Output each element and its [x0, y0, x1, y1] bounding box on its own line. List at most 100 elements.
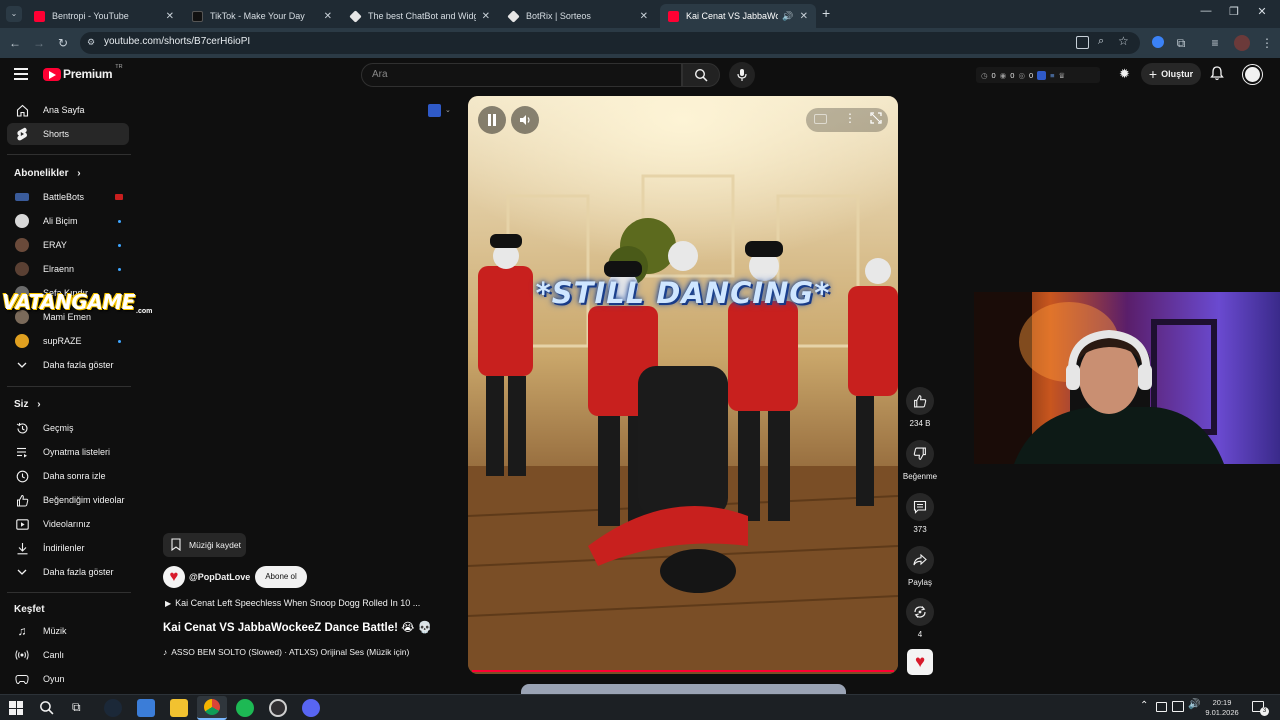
sidebar-item-gaming[interactable]: Oyun	[7, 668, 129, 690]
clock-time[interactable]: 20:19	[1202, 698, 1242, 707]
volume-icon[interactable]: 🔊	[1188, 699, 1200, 710]
sidebar-item-subscription[interactable]: supRAZE	[7, 330, 129, 352]
back-icon[interactable]: ←	[6, 34, 24, 52]
you-header[interactable]: Siz ›	[14, 399, 41, 410]
network-icon[interactable]	[1172, 701, 1184, 712]
address-bar[interactable]: ⚙ youtube.com/shorts/B7cerH6ioPI ⌕ ☆	[80, 32, 1140, 54]
remix-button[interactable]	[906, 598, 934, 626]
forward-icon[interactable]: →	[30, 34, 48, 52]
sidebar-item-your-videos[interactable]: Videolarınız	[7, 513, 129, 535]
account-avatar[interactable]	[1243, 65, 1262, 84]
clock-date[interactable]: 9.01.2026	[1202, 708, 1242, 717]
sidebar-item-liked-videos[interactable]: Beğendiğim videolar	[7, 489, 129, 511]
zoom-icon[interactable]: ⌕	[1098, 35, 1104, 48]
tray-chevron-icon[interactable]: ⌃	[1140, 700, 1148, 711]
youtube-logo[interactable]: Premium TR	[43, 64, 123, 81]
next-short-preview[interactable]	[521, 684, 846, 694]
sidebar-item-downloads[interactable]: İndirilenler	[7, 537, 129, 559]
extension-counters[interactable]: ◷ 0 ◉ 0 ◎ 0 ≡ ♕	[976, 67, 1100, 83]
browser-tab[interactable]: BotRix | Sorteos ✕	[500, 4, 656, 28]
chrome-icon[interactable]	[197, 696, 227, 720]
tray-app-icon[interactable]	[1156, 702, 1167, 712]
browser-tab[interactable]: Bentropi - YouTube ✕	[26, 4, 182, 28]
close-tab-icon[interactable]: ✕	[482, 11, 490, 22]
sidebar-item-label: Canlı	[43, 650, 65, 660]
task-view-icon[interactable]: ⧉	[72, 700, 81, 715]
close-tab-icon[interactable]: ✕	[166, 11, 174, 22]
search-box[interactable]: Ara	[361, 63, 682, 87]
notifications-bell-icon[interactable]	[1210, 66, 1224, 81]
sidebar-item-live[interactable]: Canlı	[7, 644, 129, 666]
player-extension-badge[interactable]: ⌄	[428, 102, 458, 118]
search-icon[interactable]	[39, 700, 54, 715]
media-control-icon[interactable]: ≡	[1206, 34, 1224, 52]
sidebar-item-home[interactable]: Ana Sayfa	[7, 99, 129, 121]
show-more-you[interactable]: Daha fazla göster	[7, 561, 129, 583]
channel-avatar[interactable]: ♥	[163, 566, 185, 588]
search-button[interactable]	[682, 63, 720, 87]
sidebar-item-subscription[interactable]: Ali Biçim	[7, 210, 129, 232]
comments-button[interactable]	[906, 493, 934, 521]
store-icon[interactable]	[137, 699, 155, 717]
pause-button[interactable]	[478, 106, 506, 134]
sidebar-item-subscription[interactable]: Elraenn	[7, 258, 129, 280]
game-icon	[15, 672, 29, 686]
sidebar-item-playlists[interactable]: Oynatma listeleri	[7, 441, 129, 463]
start-button[interactable]	[9, 701, 23, 715]
close-tab-icon[interactable]: ✕	[324, 11, 332, 22]
audio-track-link[interactable]: ♪ ASSO BEM SOLTO (Slowed) · ATLXS) Orijin…	[163, 647, 433, 657]
restore-icon[interactable]: ❐	[1224, 5, 1244, 21]
extension-icon[interactable]	[1152, 36, 1164, 48]
spotify-icon[interactable]	[236, 699, 254, 717]
discord-icon[interactable]	[302, 699, 320, 717]
related-video-link[interactable]: ▶ Kai Cenat Left Speechless When Snoop Do…	[165, 598, 420, 608]
dislike-button[interactable]	[906, 440, 934, 468]
share-button[interactable]	[906, 546, 934, 574]
close-tab-icon[interactable]: ✕	[640, 11, 648, 22]
sidebar-item-subscription[interactable]: ERAY	[7, 234, 129, 256]
sidebar-item-history[interactable]: Geçmiş	[7, 417, 129, 439]
obs-icon[interactable]	[269, 699, 287, 717]
create-button[interactable]: + Oluştur	[1141, 63, 1201, 85]
extensions-puzzle-icon[interactable]: ⧉	[1172, 34, 1190, 52]
shorts-video-player[interactable]: *STILL DANCING* ⋮	[468, 96, 898, 674]
music-note-icon: ♪	[163, 647, 168, 657]
video-progress-bar[interactable]	[472, 670, 894, 672]
show-more-subscriptions[interactable]: Daha fazla göster	[7, 354, 129, 376]
bookmark-star-icon[interactable]: ☆	[1118, 34, 1129, 48]
file-explorer-icon[interactable]	[170, 699, 188, 717]
save-music-button[interactable]: Müziği kaydet	[163, 533, 246, 557]
sidebar-item-subscription[interactable]: BattleBots	[7, 186, 129, 208]
close-tab-icon[interactable]: ✕	[800, 11, 808, 22]
install-app-icon[interactable]	[1076, 36, 1089, 49]
more-options-icon[interactable]: ⋮	[844, 111, 856, 125]
gear-icon[interactable]: ✹	[1119, 66, 1130, 82]
sidebar-item-watch-later[interactable]: Daha sonra izle	[7, 465, 129, 487]
subscribe-button[interactable]: Abone ol	[255, 566, 307, 588]
speaker-icon[interactable]: 🔊	[782, 11, 793, 22]
tab-search-button[interactable]: ⌄	[6, 6, 22, 22]
minimize-icon[interactable]: —	[1196, 5, 1216, 21]
hamburger-menu-icon[interactable]	[14, 68, 28, 80]
fullscreen-icon[interactable]	[870, 112, 882, 124]
steam-icon[interactable]	[104, 699, 122, 717]
browser-tab[interactable]: TikTok - Make Your Day ✕	[184, 4, 340, 28]
volume-button[interactable]	[511, 106, 539, 134]
sidebar-item-shorts[interactable]: Shorts	[7, 123, 129, 145]
sidebar-item-music[interactable]: ♫ Müzik	[7, 620, 129, 642]
voice-search-button[interactable]	[729, 62, 755, 88]
reload-icon[interactable]: ↻	[54, 34, 72, 52]
subscriptions-header[interactable]: Abonelikler ›	[14, 168, 81, 179]
site-info-icon[interactable]: ⚙	[87, 37, 98, 48]
browser-tab[interactable]: The best ChatBot and Widgets ✕	[342, 4, 498, 28]
close-window-icon[interactable]: ✕	[1252, 5, 1272, 21]
profile-avatar[interactable]	[1234, 35, 1250, 51]
sound-thumbnail[interactable]: ♥	[907, 649, 933, 675]
browser-tab-active[interactable]: Kai Cenat VS JabbaWockeeZ 🔊 ✕	[660, 4, 816, 28]
new-tab-button[interactable]: +	[822, 5, 830, 21]
youtube-favicon-icon	[668, 10, 679, 22]
captions-icon[interactable]	[814, 114, 827, 124]
channel-name[interactable]: @PopDatLove	[189, 572, 250, 582]
browser-menu-icon[interactable]: ⋮	[1258, 34, 1276, 52]
like-button[interactable]	[906, 387, 934, 415]
